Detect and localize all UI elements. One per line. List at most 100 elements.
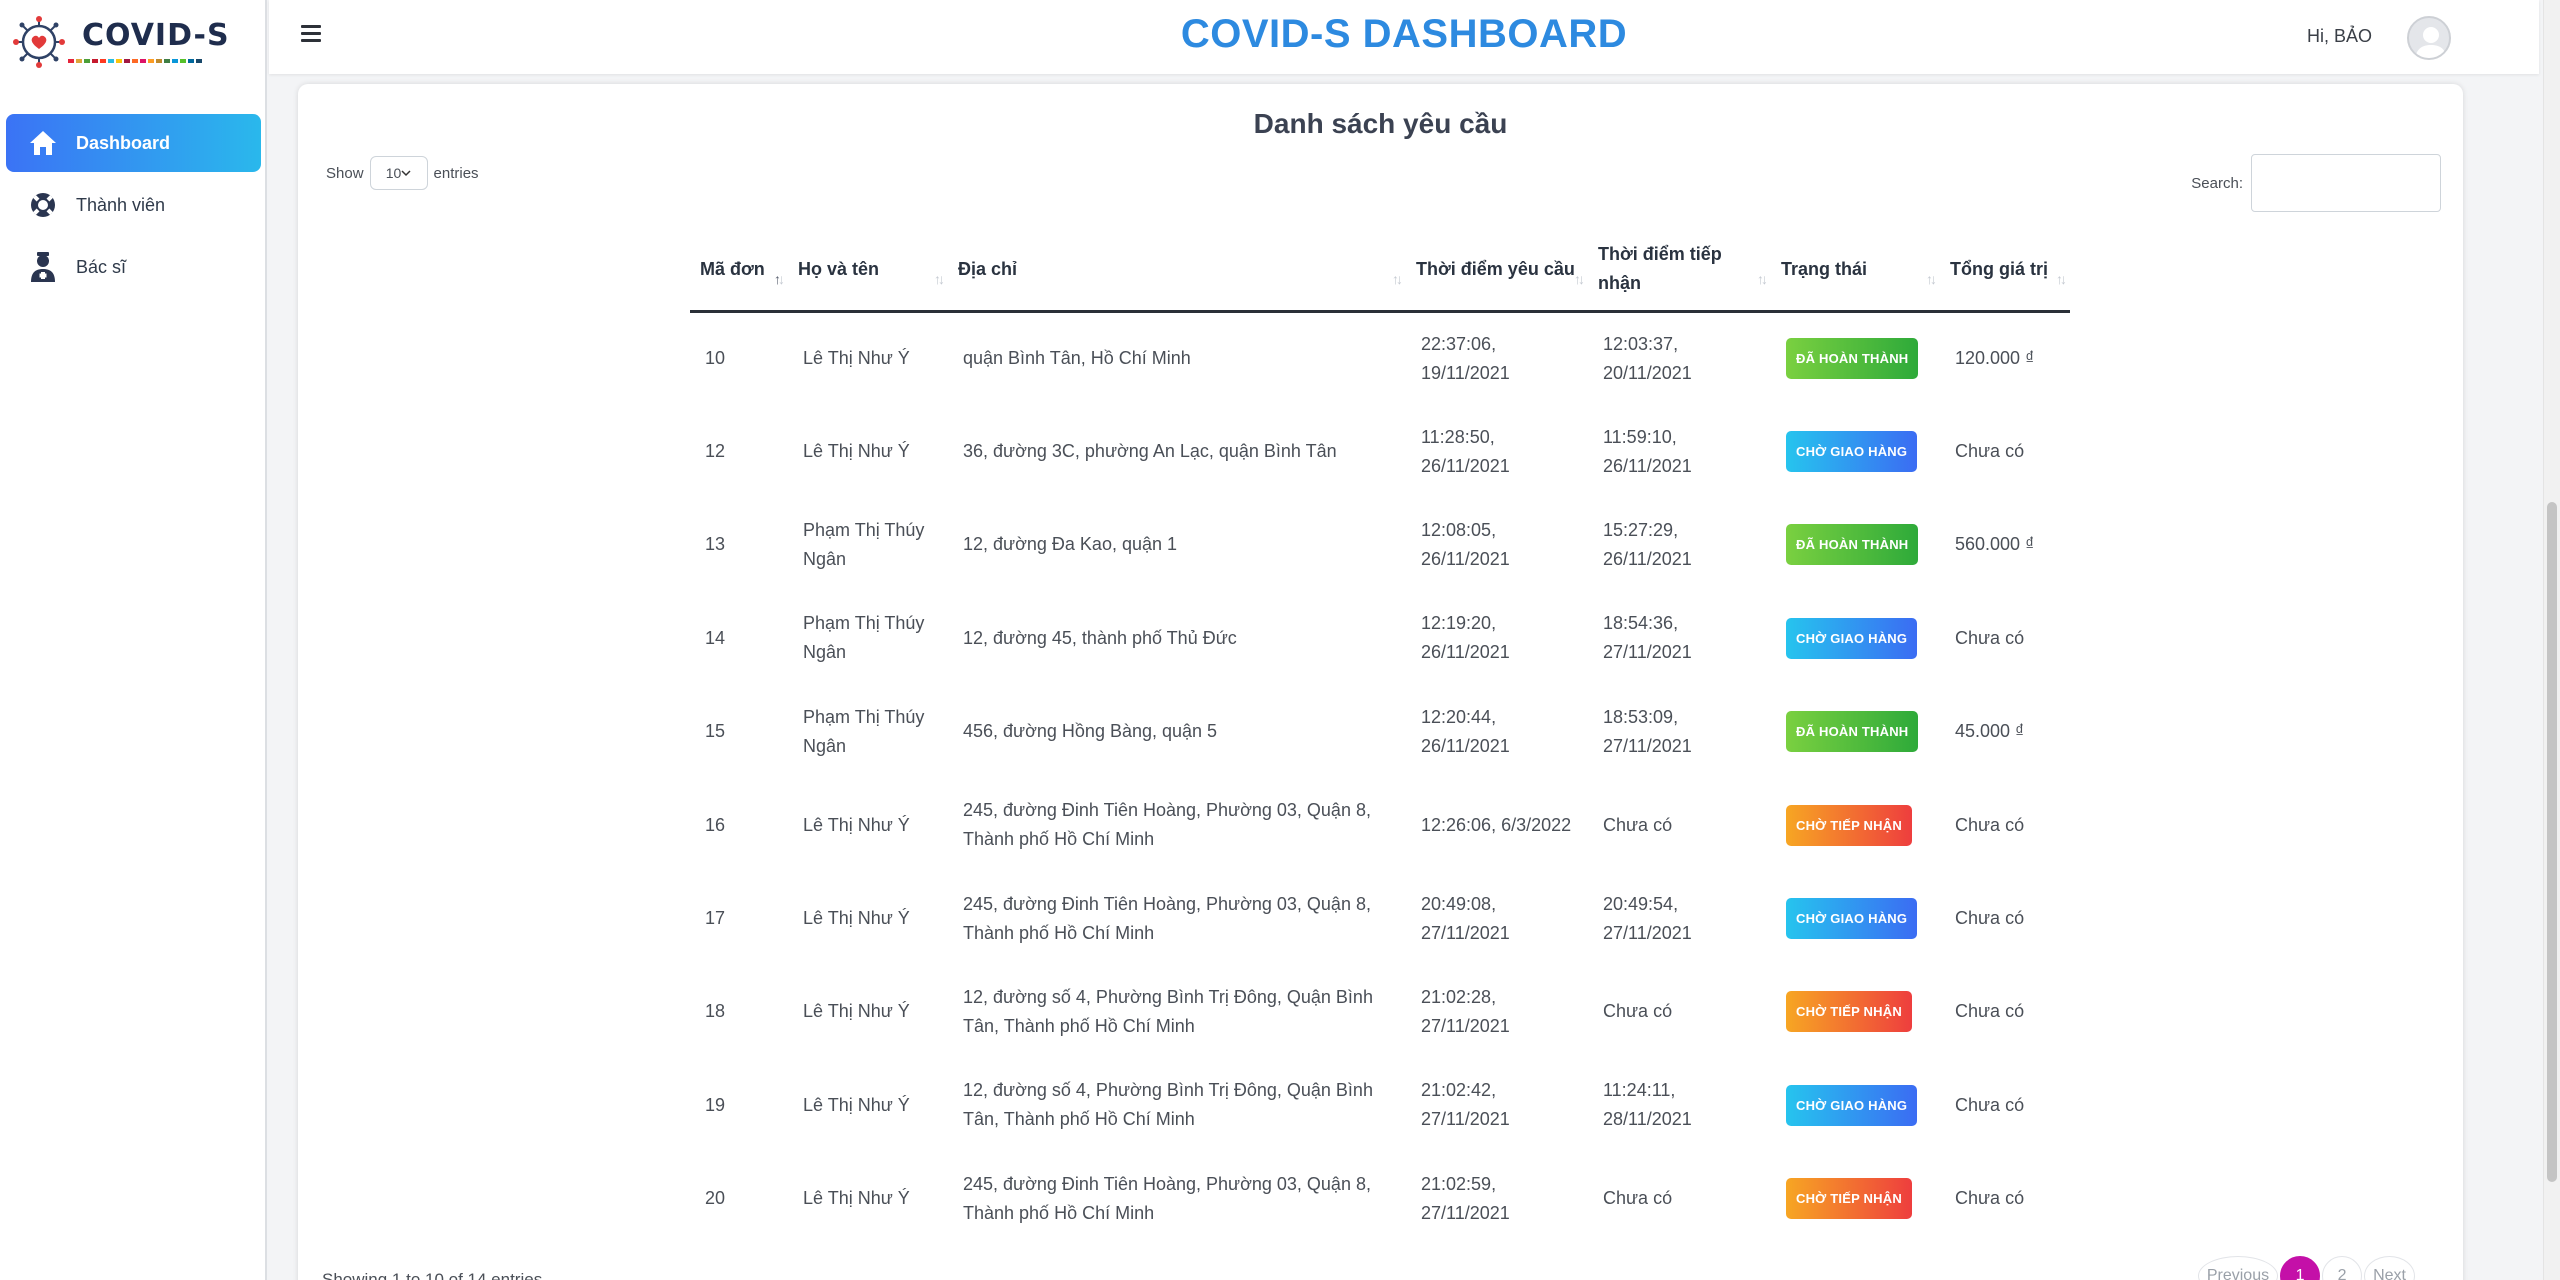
sidebar-item-thanh-vien[interactable]: Thành viên [6,176,261,234]
cell-status: CHỜ GIAO HÀNG [1771,405,1940,498]
sidebar-item-dashboard[interactable]: Dashboard [6,114,261,172]
cell-status: ĐÃ HOÀN THÀNH [1771,312,1940,405]
search-control: Search: [2191,154,2441,212]
cell-requested-time: 12:26:06, 6/3/2022 [1421,814,1572,835]
cell-address: 456, đường Hồng Bàng, quận 5 [963,721,1218,742]
cell-name: Phạm Thị Thúy Ngân [803,613,925,663]
cell-received-time: Chưa có [1603,814,1673,835]
avatar[interactable] [2407,16,2451,60]
cell-total: 45.000 ₫ [1955,721,2025,742]
column-header-thoi-diem-yeu-cau[interactable]: Thời điểm yêu cầu ↑↓ [1406,228,1588,313]
page-button-2[interactable]: 2 [2322,1256,2363,1280]
status-badge: ĐÃ HOÀN THÀNH [1786,711,1919,753]
cell-total: Chưa có [1955,441,2025,462]
logo-color-bar [68,59,230,63]
cell-received-time: 12:03:37, 20/11/2021 [1603,333,1692,383]
cell-name: Lê Thị Như Ý [803,441,910,462]
cell-requested-time: 21:02:42, 27/11/2021 [1421,1080,1510,1130]
cell-status: CHỜ GIAO HÀNG [1771,872,1940,965]
sort-icon: ↑↓ [1757,271,1768,287]
cell-total: Chưa có [1955,627,2025,648]
sidebar: COVID-S Dashboard Thành viên Bác sĩ [0,0,267,1280]
table-row: 17 Lê Thị Như Ý 245, đường Đinh Tiên Hoàng… [690,872,2070,965]
cell-address: 12, đường số 4, Phường Bình Trị Đông, Qu… [963,1080,1373,1130]
column-header-ma-don[interactable]: Mã đơn ↑↓ [690,228,788,313]
chevron-down-icon [401,169,411,176]
cell-total: 560.000 ₫ [1955,534,2035,555]
cell-id: 13 [705,534,726,555]
search-label: Search: [2191,174,2243,192]
cell-address: 36, đường 3C, phường An Lạc, quận Bình T… [963,441,1337,462]
cell-name: Lê Thị Như Ý [803,908,910,929]
search-input[interactable] [2251,154,2441,212]
cell-requested-time: 12:20:44, 26/11/2021 [1421,706,1510,756]
table-header-row: Mã đơn ↑↓ Họ và tên ↑↓ Địa chỉ ↑↓ Thời điểm… [690,228,2070,313]
cell-status: ĐÃ HOÀN THÀNH [1771,498,1940,591]
status-badge: ĐÃ HOÀN THÀNH [1786,338,1919,380]
pagination: Previous 1 2 Next [2196,1256,2415,1280]
cell-status: CHỜ GIAO HÀNG [1771,592,1940,685]
cell-id: 20 [705,1188,726,1209]
cell-received-time: 18:54:36, 27/11/2021 [1603,613,1692,663]
status-badge: CHỜ GIAO HÀNG [1786,1084,1918,1126]
page-title: COVID-S DASHBOARD [1180,12,1628,56]
cell-id: 10 [705,348,726,369]
page-size-value: 10 [385,165,402,181]
sort-icon: ↑↓ [1574,271,1585,287]
cell-id: 18 [705,1001,726,1022]
cell-address: 12, đường 45, thành phố Thủ Đức [963,627,1237,648]
app-logo[interactable]: COVID-S [12,14,230,70]
cell-name: Phạm Thị Thúy Ngân [803,706,925,756]
cell-status: CHỜ TIẾP NHẬN [1771,1152,1940,1245]
cell-received-time: 11:24:11, 28/11/2021 [1603,1080,1692,1130]
status-badge: ĐÃ HOÀN THÀNH [1786,524,1919,566]
status-badge: CHỜ GIAO HÀNG [1786,898,1918,940]
cell-name: Lê Thị Như Ý [803,1094,910,1115]
cell-address: 12, đường số 4, Phường Bình Trị Đông, Qu… [963,986,1373,1036]
cell-address: quận Bình Tân, Hồ Chí Minh [963,348,1191,369]
cell-address: 12, đường Đa Kao, quận 1 [963,534,1178,555]
table-info: Showing 1 to 10 of 14 entries [322,1270,543,1280]
column-header-ho-va-ten[interactable]: Họ và tên ↑↓ [788,228,948,313]
column-header-thoi-diem-tiep-nhan[interactable]: Thời điểm tiếp nhận ↑↓ [1588,228,1771,313]
show-label: Show [326,164,364,182]
previous-page-button[interactable]: Previous [2197,1256,2279,1280]
cell-received-time: 11:59:10, 26/11/2021 [1603,426,1692,476]
column-header-trang-thai[interactable]: Trạng thái ↑↓ [1771,228,1940,313]
cell-received-time: Chưa có [1603,1001,1673,1022]
status-badge: CHỜ GIAO HÀNG [1786,617,1918,659]
page-button-1[interactable]: 1 [2280,1256,2321,1280]
covid-logo-icon [13,16,65,68]
sidebar-item-bac-si[interactable]: Bác sĩ [6,238,261,296]
cell-id: 17 [705,908,726,929]
cell-total: Chưa có [1955,814,2025,835]
sort-icon: ↑↓ [1392,271,1403,287]
page-size-select[interactable]: 10 [369,156,428,190]
cell-requested-time: 21:02:28, 27/11/2021 [1421,986,1510,1036]
table-row: 20 Lê Thị Như Ý 245, đường Đinh Tiên Hoàng… [690,1152,2070,1245]
cell-id: 14 [705,627,726,648]
sidebar-item-label: Thành viên [76,194,166,215]
cell-requested-time: 20:49:08, 27/11/2021 [1421,893,1510,943]
table-row: 18 Lê Thị Như Ý 12, đường số 4, Phường Bìn… [690,965,2070,1058]
next-page-button[interactable]: Next [2364,1256,2415,1280]
cell-address: 245, đường Đinh Tiên Hoàng, Phường 03, Q… [963,1173,1371,1223]
cell-status: CHỜ GIAO HÀNG [1771,1059,1940,1152]
top-header: COVID-S DASHBOARD Hi, BẢO [269,0,2539,74]
status-badge: CHỜ TIẾP NHẬN [1786,991,1912,1033]
column-header-dia-chi[interactable]: Địa chỉ ↑↓ [948,228,1406,313]
logo-text: COVID-S [82,18,230,53]
table-row: 12 Lê Thị Như Ý 36, đường 3C, phường An Lạ… [690,405,2070,498]
cell-id: 12 [705,441,726,462]
scrollbar-thumb[interactable] [2547,502,2557,1182]
sort-icon: ↑↓ [1926,271,1937,287]
column-header-tong-gia-tri[interactable]: Tổng giá trị ↑↓ [1940,228,2070,313]
table-body: 10 Lê Thị Như Ý quận Bình Tân, Hồ Chí Minh… [690,312,2070,1246]
cell-requested-time: 21:02:59, 27/11/2021 [1421,1173,1510,1223]
page-scrollbar[interactable] [2543,0,2560,1280]
cell-address: 245, đường Đinh Tiên Hoàng, Phường 03, Q… [963,893,1371,943]
cell-id: 19 [705,1094,726,1115]
cell-address: 245, đường Đinh Tiên Hoàng, Phường 03, Q… [963,800,1371,850]
card-title: Danh sách yêu cầu [1253,108,1508,139]
sidebar-nav: Dashboard Thành viên Bác sĩ [6,114,261,300]
